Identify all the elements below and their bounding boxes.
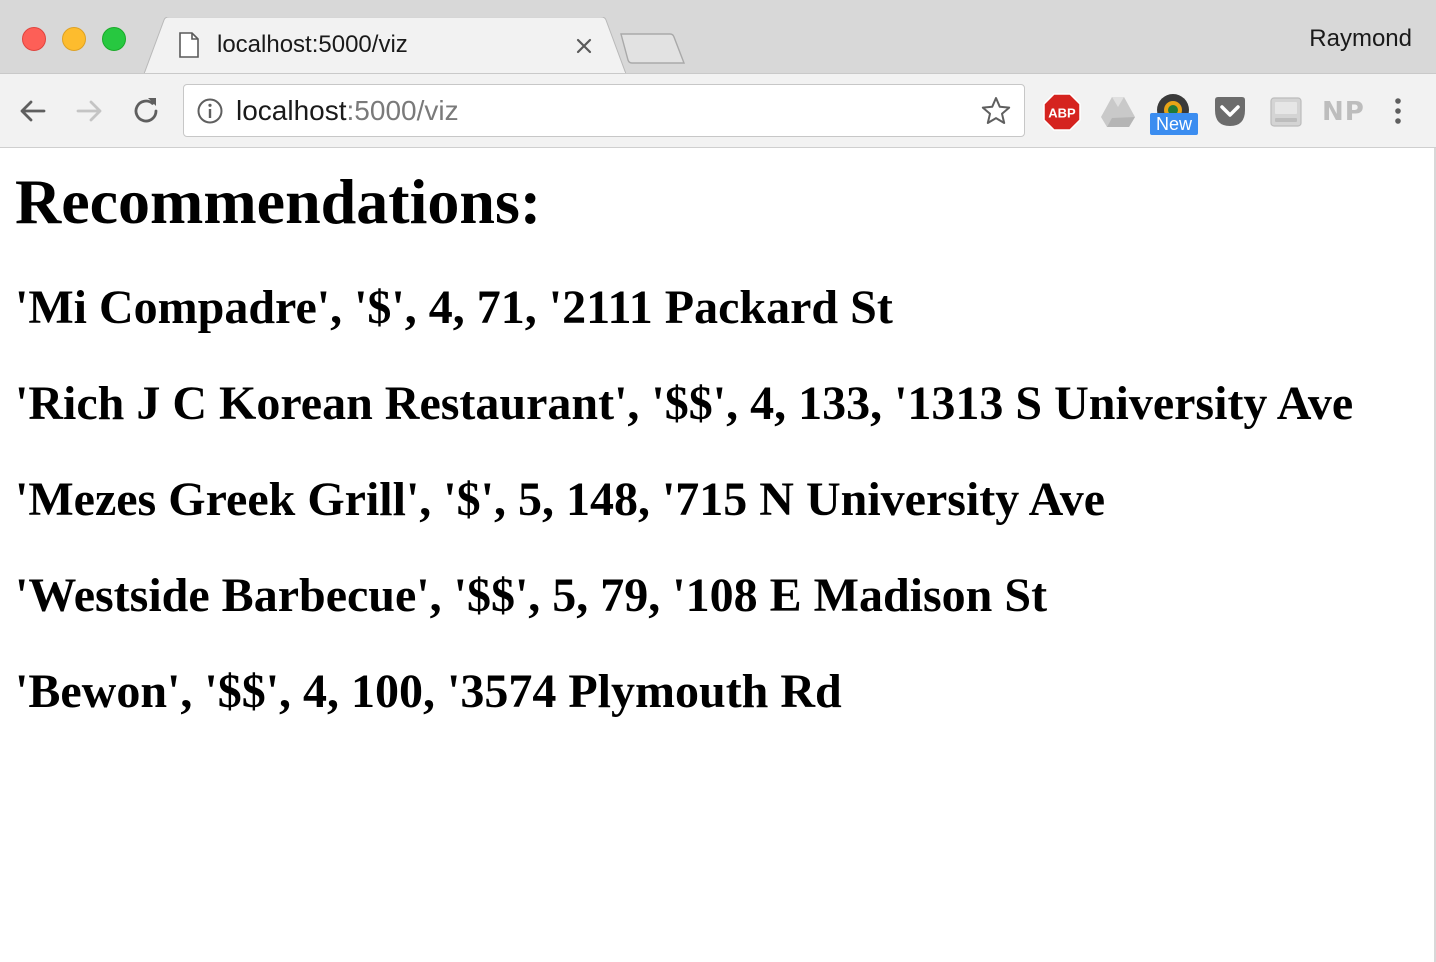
reload-icon[interactable] bbox=[129, 94, 163, 128]
info-icon[interactable] bbox=[196, 97, 224, 125]
url-text[interactable]: localhost:5000/viz bbox=[236, 94, 459, 128]
new-badge: New bbox=[1150, 113, 1198, 135]
tab-active[interactable]: localhost:5000/viz bbox=[144, 17, 626, 74]
recommendation-item: 'Mi Compadre', '$', 4, 71, '2111 Packard… bbox=[15, 281, 893, 334]
tab-strip: localhost:5000/viz Raymond bbox=[0, 0, 1436, 74]
new-tab-button[interactable] bbox=[618, 32, 688, 66]
window-close-button[interactable] bbox=[22, 27, 46, 51]
bookmark-star-icon[interactable] bbox=[980, 95, 1012, 127]
document-icon bbox=[179, 32, 199, 58]
toolbar: localhost:5000/viz ABP NP bbox=[0, 73, 1436, 148]
forward-arrow-icon[interactable] bbox=[72, 94, 106, 128]
tab-title: localhost:5000/viz bbox=[217, 31, 408, 58]
window-minimize-button[interactable] bbox=[62, 27, 86, 51]
google-drive-icon[interactable] bbox=[1098, 92, 1138, 132]
url-host: localhost bbox=[236, 95, 347, 126]
tab-close-icon[interactable] bbox=[572, 34, 596, 58]
pocket-icon[interactable] bbox=[1210, 92, 1250, 132]
recommendation-item: 'Bewon', '$$', 4, 100, '3574 Plymouth Rd bbox=[15, 665, 842, 718]
url-path: :5000/viz bbox=[346, 95, 459, 126]
page-heading: Recommendations: bbox=[15, 166, 542, 237]
np-icon[interactable]: NP bbox=[1322, 92, 1365, 132]
browser-window: localhost:5000/viz Raymond localhost:500… bbox=[0, 0, 1436, 962]
disk-icon[interactable] bbox=[1266, 92, 1306, 132]
abp-icon[interactable]: ABP bbox=[1042, 92, 1082, 132]
profile-name-button[interactable]: Raymond bbox=[1309, 24, 1412, 54]
back-arrow-icon[interactable] bbox=[16, 94, 50, 128]
recommendation-item: 'Rich J C Korean Restaurant', '$$', 4, 1… bbox=[15, 377, 1354, 430]
menu-dots-icon[interactable] bbox=[1386, 94, 1410, 128]
np-label: NP bbox=[1322, 97, 1365, 127]
recommendation-item: 'Westside Barbecue', '$$', 5, 79, '108 E… bbox=[15, 569, 1048, 622]
address-bar[interactable]: localhost:5000/viz bbox=[183, 84, 1025, 137]
window-maximize-button[interactable] bbox=[102, 27, 126, 51]
recommendation-item: 'Mezes Greek Grill', '$', 5, 148, '715 N… bbox=[15, 473, 1106, 526]
page-content: Recommendations: 'Mi Compadre', '$', 4, … bbox=[0, 148, 1436, 962]
svg-text:ABP: ABP bbox=[1048, 106, 1076, 121]
